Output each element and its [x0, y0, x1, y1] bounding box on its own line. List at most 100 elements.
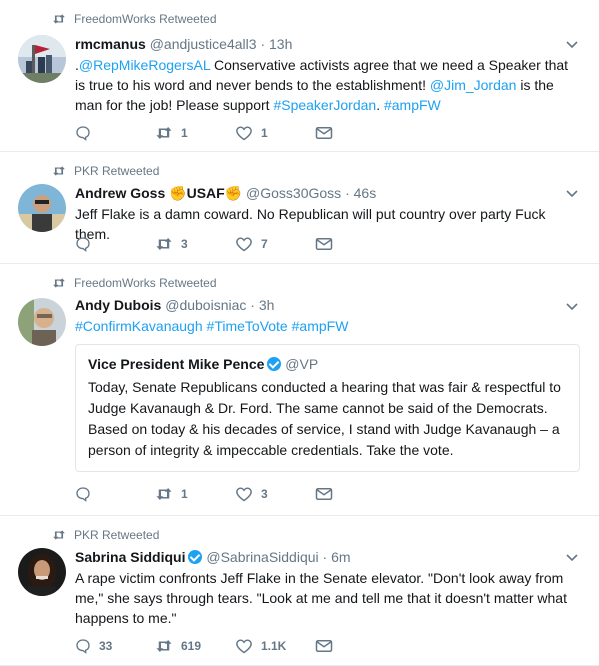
retweet-count: 3	[181, 237, 188, 251]
reply-button[interactable]	[75, 486, 155, 502]
direct-message-button[interactable]	[315, 126, 395, 140]
mention-link[interactable]: @RepMikeRogersAL	[79, 57, 210, 73]
author-name[interactable]: Andrew Goss	[75, 185, 165, 201]
chevron-down-icon[interactable]	[565, 187, 579, 201]
retweet-icon	[53, 166, 65, 176]
hashtag-link[interactable]: #ampFW	[384, 97, 441, 113]
direct-message-button[interactable]	[315, 237, 395, 251]
reply-icon	[76, 487, 90, 502]
retweet-button[interactable]: 3	[155, 236, 235, 252]
author-name-suffix: USAF	[186, 185, 225, 201]
quoted-tweet[interactable]: Vice President Mike Pence @VP Today, Sen…	[75, 344, 580, 472]
reply-count: 33	[99, 639, 113, 653]
timestamp[interactable]: 3h	[259, 297, 275, 313]
reply-icon	[76, 237, 90, 252]
author-name[interactable]: Sabrina Siddiqui	[75, 549, 185, 565]
envelope-icon	[315, 238, 333, 250]
hashtag-link[interactable]: #TimeToVote	[207, 318, 288, 334]
hashtag-link[interactable]: #ConfirmKavanaugh	[75, 318, 203, 334]
quoted-tweet-header: Vice President Mike Pence @VP	[88, 355, 567, 373]
tweet-andrew-goss[interactable]: PKR Retweeted Andrew Goss ✊USAF✊ @Goss30…	[0, 152, 599, 264]
raised-fist-icon: ✊	[224, 185, 243, 201]
retweet-count: 1	[181, 487, 188, 501]
author-name[interactable]: Andy Dubois	[75, 297, 161, 313]
chevron-down-icon[interactable]	[565, 551, 579, 565]
verified-badge-icon	[188, 550, 203, 564]
raised-fist-icon: ✊	[169, 185, 187, 201]
separator: ·	[322, 549, 328, 565]
author-handle[interactable]: @SabrinaSiddiqui	[206, 549, 318, 565]
retweet-icon	[156, 640, 172, 652]
heart-icon	[236, 237, 252, 252]
heart-icon	[236, 639, 252, 654]
like-count: 7	[261, 237, 268, 251]
tweet-text: .@RepMikeRogersAL Conservative activists…	[75, 57, 569, 113]
chevron-down-icon[interactable]	[565, 38, 579, 52]
hashtag-link[interactable]: #SpeakerJordan	[273, 97, 376, 113]
quoted-tweet-text: Today, Senate Republicans conducted a he…	[88, 379, 561, 458]
reply-button[interactable]	[75, 125, 155, 141]
retweet-context: PKR Retweeted	[52, 164, 159, 178]
reply-button[interactable]: 33	[75, 638, 155, 654]
retweet-icon	[53, 278, 65, 288]
avatar[interactable]	[18, 548, 66, 596]
tweet-rmcmanus[interactable]: FreedomWorks Retweeted rmcmanus @andjust…	[0, 0, 599, 152]
envelope-icon	[315, 127, 333, 139]
direct-message-button[interactable]	[315, 639, 395, 653]
quoted-author-handle: @VP	[285, 356, 319, 372]
tweet-header: Andrew Goss ✊USAF✊ @Goss30Goss · 46s	[75, 184, 579, 202]
reply-button[interactable]	[75, 236, 155, 252]
retweet-context: FreedomWorks Retweeted	[52, 276, 217, 290]
author-name[interactable]: rmcmanus	[75, 36, 146, 52]
retweet-button[interactable]: 619	[155, 638, 235, 654]
retweet-context: PKR Retweeted	[52, 528, 159, 542]
separator: ·	[345, 185, 350, 201]
tweet-sabrina-siddiqui[interactable]: PKR Retweeted Sabrina Siddiqui @SabrinaS…	[0, 516, 599, 666]
retweet-icon	[156, 238, 172, 250]
retweet-icon	[53, 530, 65, 540]
timestamp[interactable]: 46s	[354, 185, 377, 201]
avatar[interactable]	[18, 184, 66, 232]
like-count: 1	[261, 126, 268, 140]
timestamp[interactable]: 6m	[331, 549, 350, 565]
heart-icon	[236, 487, 252, 502]
author-handle[interactable]: @duboisniac	[165, 297, 246, 313]
like-count: 3	[261, 487, 268, 501]
avatar[interactable]	[18, 298, 66, 346]
envelope-icon	[315, 488, 333, 500]
like-button[interactable]: 1.1K	[235, 638, 315, 654]
retweet-icon	[156, 127, 172, 139]
direct-message-button[interactable]	[315, 487, 395, 501]
tweet-actions: 3 7	[75, 236, 395, 252]
heart-icon	[236, 126, 252, 141]
author-handle[interactable]: @Goss30Goss	[246, 185, 341, 201]
retweet-context: FreedomWorks Retweeted	[52, 12, 217, 26]
hashtag-link[interactable]: #ampFW	[292, 318, 349, 334]
separator: ·	[250, 297, 255, 313]
reply-icon	[76, 639, 90, 654]
author-handle[interactable]: @andjustice4all3	[150, 36, 257, 52]
verified-badge-icon	[267, 357, 282, 371]
retweet-icon	[53, 14, 65, 24]
retweet-count: 1	[181, 126, 188, 140]
timestamp[interactable]: 13h	[269, 36, 292, 52]
retweet-button[interactable]: 1	[155, 125, 235, 141]
tweet-actions: 1 1	[75, 125, 395, 141]
tweet-header: Andy Dubois @duboisniac · 3h	[75, 296, 579, 314]
mention-link[interactable]: @Jim_Jordan	[430, 77, 517, 93]
retweet-button[interactable]: 1	[155, 486, 235, 502]
tweet-text: A rape victim confronts Jeff Flake in th…	[75, 570, 567, 626]
envelope-icon	[315, 640, 333, 652]
like-button[interactable]: 7	[235, 236, 315, 252]
like-button[interactable]: 1	[235, 125, 315, 141]
like-button[interactable]: 3	[235, 486, 315, 502]
tweet-header: rmcmanus @andjustice4all3 · 13h	[75, 35, 579, 53]
tweet-andy-dubois[interactable]: FreedomWorks Retweeted Andy Dubois @dubo…	[0, 264, 599, 516]
separator: ·	[260, 36, 266, 52]
retweet-count: 619	[181, 639, 202, 653]
avatar[interactable]	[18, 35, 66, 83]
chevron-down-icon[interactable]	[565, 300, 579, 314]
retweet-icon	[156, 488, 172, 500]
tweet-text: #ConfirmKavanaugh #TimeToVote #ampFW	[75, 316, 579, 336]
tweet-header: Sabrina Siddiqui @SabrinaSiddiqui · 6m	[75, 548, 579, 566]
